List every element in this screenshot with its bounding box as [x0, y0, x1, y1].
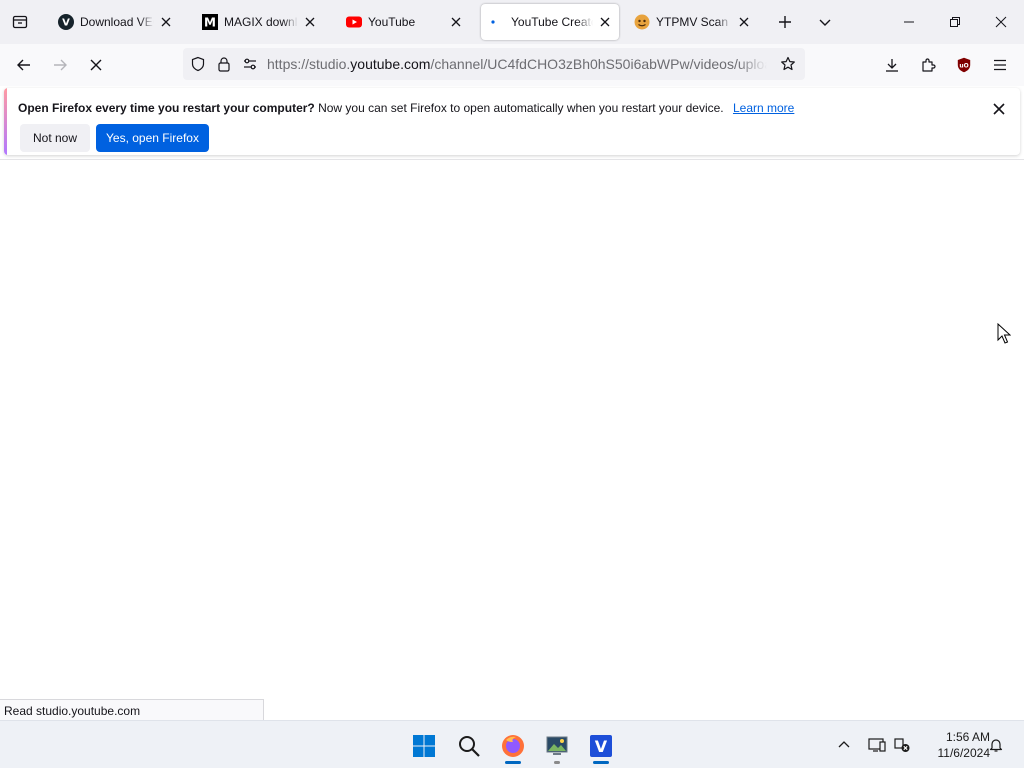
notification-title: Open Firefox every time you restart your…: [18, 101, 315, 115]
tab-youtube-creator[interactable]: YouTube Creator: [481, 4, 619, 40]
svg-text:V: V: [595, 737, 608, 756]
close-tab-icon[interactable]: [158, 14, 174, 30]
list-all-tabs-icon[interactable]: [811, 8, 839, 36]
tab-ytpmv-scan[interactable]: YTPMV Scan by: [626, 4, 758, 40]
default-browser-notification: Open Firefox every time you restart your…: [4, 88, 1020, 155]
url-domain: youtube.com: [350, 56, 431, 72]
tracking-protection-shield-icon[interactable]: [187, 53, 209, 75]
clock-time: 1:56 AM: [945, 730, 990, 744]
firefox-icon[interactable]: [495, 729, 531, 764]
hamburger-menu-icon[interactable]: [985, 50, 1015, 80]
emoji-face-icon: [634, 14, 650, 30]
minimize-icon[interactable]: [886, 0, 932, 44]
loading-dot-icon: [489, 14, 505, 30]
extensions-puzzle-icon[interactable]: [913, 50, 943, 80]
tab-title: MAGIX download: [224, 15, 298, 29]
downloads-icon[interactable]: [877, 50, 907, 80]
vegas-icon: V: [58, 14, 74, 30]
tab-magix-download[interactable]: M MAGIX download: [194, 4, 324, 40]
permissions-icon[interactable]: [239, 53, 261, 75]
close-tab-icon[interactable]: [302, 14, 318, 30]
search-icon[interactable]: [451, 729, 487, 763]
yes-open-firefox-button[interactable]: Yes, open Firefox: [96, 124, 209, 152]
network-disconnected-icon[interactable]: [891, 734, 913, 756]
lock-icon[interactable]: [213, 53, 235, 75]
magix-icon: M: [202, 14, 218, 30]
page-content[interactable]: [0, 160, 1024, 720]
tab-strip: V Download VEGAS M MAGIX download YouTub…: [0, 0, 1024, 44]
notification-message: Now you can set Firefox to open automati…: [318, 101, 724, 115]
svg-text:uO: uO: [959, 63, 968, 70]
status-panel: Read studio.youtube.com: [0, 699, 264, 720]
taskbar: V 1:56 AM 11/6/2024: [0, 720, 1024, 768]
bookmark-star-icon[interactable]: [777, 53, 799, 75]
stop-loading-icon[interactable]: [81, 50, 111, 80]
tab-title: Download VEGAS: [80, 15, 154, 29]
tab-title: YouTube Creator: [511, 15, 593, 29]
clock[interactable]: 1:56 AM 11/6/2024: [918, 729, 991, 761]
chevron-up-icon[interactable]: [833, 734, 855, 756]
image-viewer-icon[interactable]: [539, 729, 575, 764]
tab-title: YTPMV Scan by: [656, 15, 732, 29]
active-app-indicator: [505, 761, 521, 764]
close-tab-icon[interactable]: [597, 14, 613, 30]
url-bar[interactable]: https://studio.youtube.com/channel/UC4fd…: [183, 48, 805, 80]
new-tab-icon[interactable]: [771, 8, 799, 36]
mouse-cursor-icon: [997, 323, 1011, 344]
device-icon[interactable]: [866, 734, 888, 756]
ublock-origin-icon[interactable]: uO: [949, 50, 979, 80]
close-icon[interactable]: [988, 98, 1010, 120]
vegas-app-icon[interactable]: V: [583, 729, 619, 764]
firefox-view-icon[interactable]: [6, 8, 34, 36]
tab-title: YouTube: [368, 15, 416, 29]
close-tab-icon[interactable]: [448, 14, 464, 30]
notification-accent: [4, 88, 7, 155]
svg-text:V: V: [62, 18, 70, 29]
running-app-indicator: [554, 761, 560, 764]
restore-icon[interactable]: [932, 0, 978, 44]
notification-bell-icon[interactable]: [985, 734, 1007, 756]
url-prefix: https://studio.: [267, 56, 351, 72]
youtube-icon: [346, 14, 362, 30]
tab-youtube[interactable]: YouTube: [338, 4, 470, 40]
svg-text:M: M: [204, 16, 216, 30]
notification-text: Open Firefox every time you restart your…: [18, 101, 794, 115]
active-app-indicator: [593, 761, 609, 764]
forward-icon: [45, 50, 75, 80]
not-now-button[interactable]: Not now: [20, 124, 90, 152]
url-text[interactable]: https://studio.youtube.com/channel/UC4fd…: [267, 56, 767, 72]
clock-date: 11/6/2024: [937, 746, 991, 760]
url-path: /channel/UC4fdCHO3zBh0hS50i6abWPw/videos…: [430, 56, 767, 72]
close-tab-icon[interactable]: [736, 14, 752, 30]
close-window-icon[interactable]: [978, 0, 1024, 44]
navigation-toolbar: https://studio.youtube.com/channel/UC4fd…: [0, 44, 1024, 86]
learn-more-link[interactable]: Learn more: [733, 101, 794, 115]
windows-start-icon[interactable]: [406, 729, 442, 763]
tab-download-vegas[interactable]: V Download VEGAS: [50, 4, 180, 40]
back-icon[interactable]: [9, 50, 39, 80]
